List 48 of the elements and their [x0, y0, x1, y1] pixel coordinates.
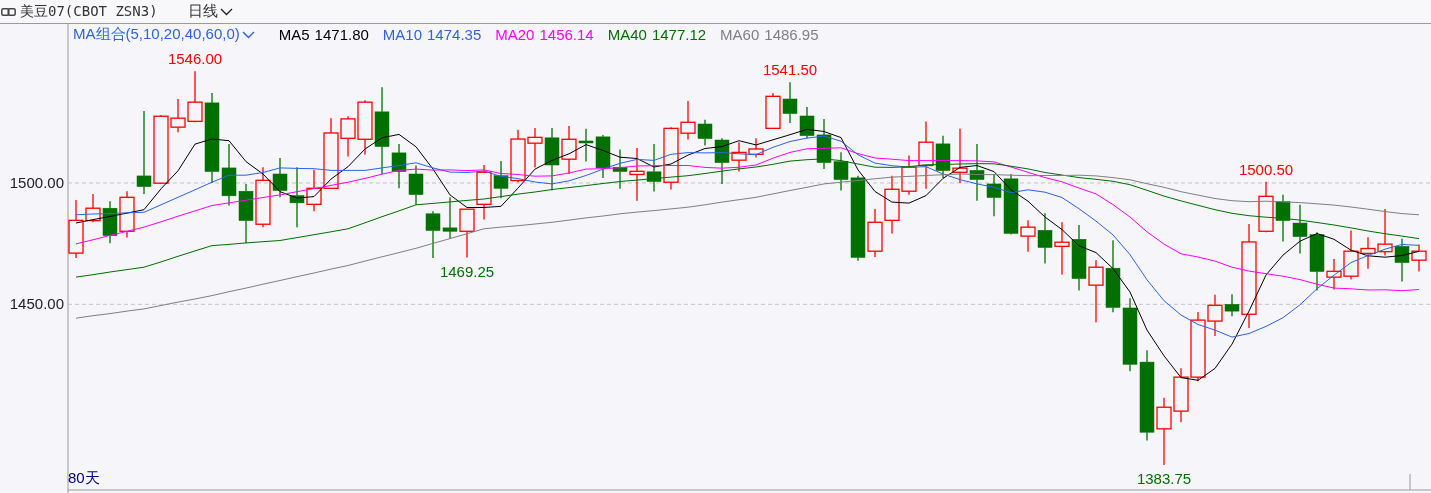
legend-label: MA40 [607, 26, 647, 43]
legend-label: MA60 [720, 26, 760, 43]
legend-value: 1477.12 [651, 26, 707, 43]
candlestick [646, 143, 662, 193]
candlestick [561, 125, 577, 175]
low-price-label: 1469.25 [439, 262, 495, 280]
axis-tick-label: 1450.00 [9, 295, 64, 313]
candlestick [765, 92, 781, 129]
candlestick [1071, 224, 1087, 292]
candlestick [952, 128, 968, 184]
axis-tick-label: 1500.00 [9, 173, 64, 191]
legend-value: 1471.80 [314, 26, 369, 43]
chevron-icon [219, 7, 233, 16]
legend-value: 1456.14 [539, 26, 594, 43]
candlestick [969, 143, 985, 202]
legend-label: MA20 [495, 26, 535, 43]
candlestick [1275, 194, 1291, 243]
legend-label: MA5 [278, 26, 310, 43]
candlestick [612, 148, 628, 190]
low-price-label: 1383.75 [1136, 470, 1192, 488]
candlestick [442, 196, 458, 240]
candlestick [782, 81, 798, 124]
candlestick [459, 208, 475, 259]
chevron-icon [241, 30, 255, 39]
high-price-label: 1541.50 [762, 61, 818, 79]
candlestick [510, 129, 526, 183]
indicator-dropdown[interactable]: MA组合(5,10,20,40,60,0) [73, 25, 255, 44]
chart-title: 美豆07(CBOT ZSN3) [20, 2, 158, 21]
legend-value: 1486.95 [764, 26, 819, 43]
candlestick [408, 164, 424, 206]
legend-label: MA10 [382, 26, 423, 43]
candlestick [1173, 367, 1189, 423]
candlestick [1054, 221, 1070, 276]
candlestick [884, 175, 900, 235]
candlestick [1156, 397, 1172, 466]
candlestick [1088, 259, 1104, 323]
high-price-label: 1546.00 [167, 50, 223, 68]
candlestick [595, 134, 611, 179]
candlestick [425, 210, 441, 259]
high-price-label: 1500.50 [1238, 160, 1294, 178]
period-dropdown[interactable]: 日线 [187, 2, 233, 21]
link-icon[interactable] [1, 7, 16, 16]
legend-value: 1474.35 [427, 26, 482, 43]
candlestick [238, 183, 254, 244]
candlestick [1292, 204, 1308, 255]
candlestick [578, 128, 594, 163]
candlestick [629, 147, 645, 202]
period-count-label: 80天 [68, 469, 100, 486]
